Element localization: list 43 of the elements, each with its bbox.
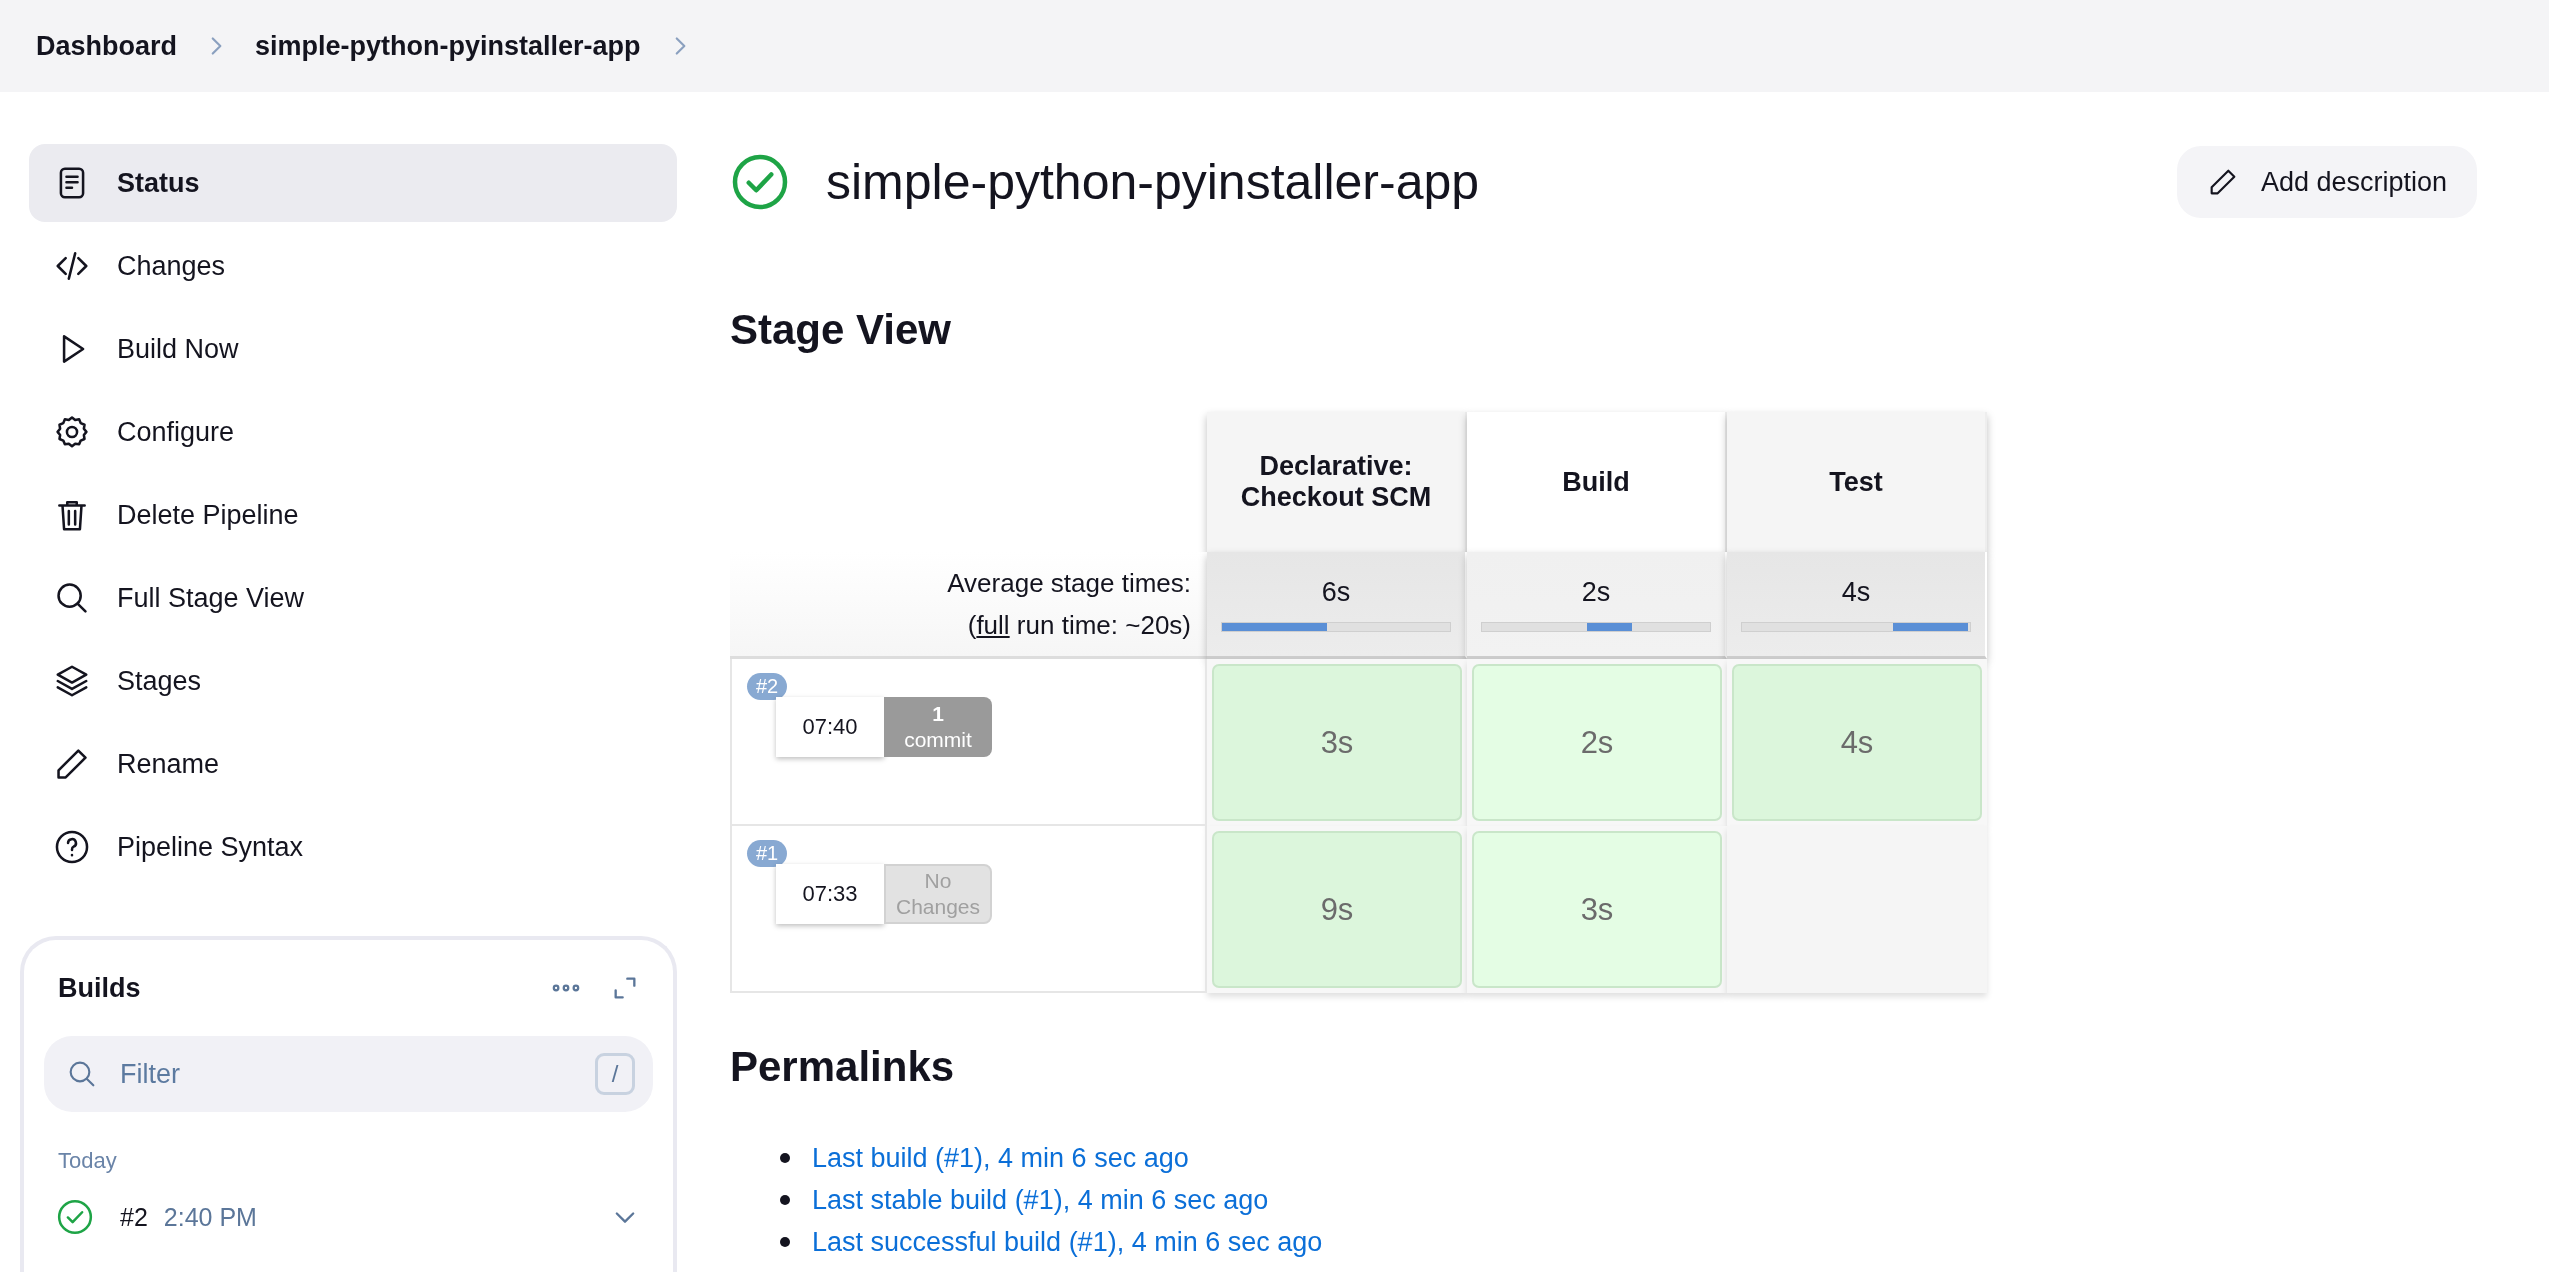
builds-title: Builds xyxy=(58,972,142,1004)
run-time: 07:40 xyxy=(776,697,884,757)
breadcrumb-link[interactable]: Dashboard xyxy=(36,30,178,62)
sidebar-item[interactable]: Delete Pipeline xyxy=(29,476,677,554)
help-icon xyxy=(53,828,91,866)
section-heading: Permalinks xyxy=(730,1043,956,1091)
list-bullet xyxy=(780,1195,790,1205)
average-label: Average stage times: xyxy=(947,567,1191,600)
stage-cell[interactable]: 3s xyxy=(1212,664,1462,821)
group-label: Today xyxy=(58,1148,118,1174)
stage-cell[interactable]: 2s xyxy=(1472,664,1722,821)
sidebar-item[interactable]: Configure xyxy=(29,393,677,471)
permalink[interactable]: Last stable build (#1), 4 min 6 sec ago xyxy=(812,1184,1269,1216)
average-time: 4s xyxy=(1841,576,1871,608)
sidebar-item[interactable]: Status xyxy=(29,144,677,222)
sidebar-item[interactable]: Build Now xyxy=(29,310,677,388)
job-title: simple-python-pyinstaller-app xyxy=(826,153,1481,211)
sidebar-item[interactable]: Pipeline Syntax xyxy=(29,808,677,886)
sidebar-item[interactable]: Changes xyxy=(29,227,677,305)
build-number[interactable]: #2 xyxy=(120,1202,148,1232)
list-bullet xyxy=(780,1153,790,1163)
average-time: 2s xyxy=(1581,576,1611,608)
full-link[interactable]: full xyxy=(976,610,1010,640)
section-heading: Stage View xyxy=(730,306,952,354)
run-time: 07:33 xyxy=(776,864,884,924)
stage-header: Declarative: Checkout SCM xyxy=(1207,412,1467,552)
sidebar-item[interactable]: Rename xyxy=(29,725,677,803)
stage-cell[interactable]: 3s xyxy=(1472,831,1722,988)
permalink[interactable]: Last build (#1), 4 min 6 sec ago xyxy=(812,1142,1189,1174)
build-time: 2:40 PM xyxy=(163,1202,258,1232)
list-bullet xyxy=(780,1237,790,1247)
breadcrumb-link[interactable]: simple-python-pyinstaller-app xyxy=(255,30,641,62)
add-description-button[interactable]: Add description xyxy=(2176,146,2477,218)
sidebar-item[interactable]: Full Stage View xyxy=(29,559,677,637)
shortcut-key: / xyxy=(595,1053,635,1095)
stage-cell[interactable]: 4s xyxy=(1732,664,1982,821)
run-time-text: (full run time: ~20s) xyxy=(967,609,1191,642)
average-time: 6s xyxy=(1321,576,1351,608)
stage-header: Test xyxy=(1727,412,1987,552)
stage-header: Build xyxy=(1467,412,1727,552)
sidebar-item[interactable]: Stages xyxy=(29,642,677,720)
permalink[interactable]: Last successful build (#1), 4 min 6 sec ago xyxy=(812,1226,1323,1258)
stage-cell[interactable]: 9s xyxy=(1212,831,1462,988)
